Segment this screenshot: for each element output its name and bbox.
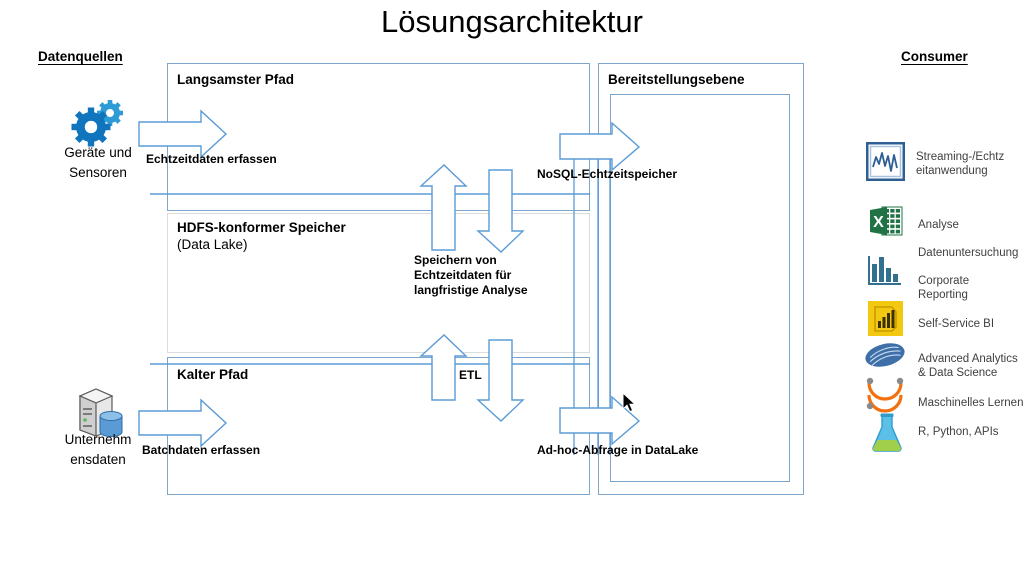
column-heading-sources: Datenquellen [38,49,123,64]
flow-label-adhoc-query: Ad-hoc-Abfrage in DataLake [537,443,699,457]
consumer-label-ssbi: Self-Service BI [918,318,995,330]
box-cold-path-title: Kalter Pfad [177,367,249,382]
power-bi-icon [868,301,903,341]
consumer-label-analysis: Analyse [918,219,959,231]
box-data-lake-subtitle: (Data Lake) [177,237,248,252]
svg-text:X: X [873,214,884,231]
box-serving-layer-title: Bereitstellungsebene [608,72,745,87]
consumer-label-reporting: Corporate Reporting [918,275,970,301]
flask-icon [870,412,904,459]
consumer-label-advanced: Advanced Analytics & Data Science [918,353,1018,379]
box-serving-layer-inner[interactable] [610,94,790,482]
source-label-enterprise: Unternehm ensdaten [64,432,132,467]
flow-label-store-longterm: Speichern von Echtzeitdaten für langfris… [414,253,528,297]
flow-label-etl: ETL [459,368,482,382]
bar-chart-icon [866,252,904,295]
databricks-icon [864,341,906,376]
flow-label-nosql-store: NoSQL-Echtzeitspeicher [537,167,678,181]
excel-icon: X [868,203,904,244]
mouse-cursor [622,391,638,419]
consumer-label-streaming: Streaming-/Echtz eitanwendung [916,151,1005,177]
consumer-label-rpython: R, Python, APIs [918,426,999,438]
diagram-canvas: Lösungsarchitektur Datenquellen Consumer… [0,0,1024,574]
box-hot-path-title: Langsamster Pfad [177,72,295,87]
streaming-chart-icon [865,141,906,186]
box-data-lake-title: HDFS-konformer Speicher [177,220,346,235]
consumer-label-explore: Datenuntersuchung [918,247,1019,259]
page-title: Lösungsarchitektur [381,4,643,39]
consumer-label-ml: Maschinelles Lernen [918,397,1024,409]
source-label-devices: Geräte und Sensoren [64,145,132,180]
column-heading-consumer: Consumer [901,49,968,64]
